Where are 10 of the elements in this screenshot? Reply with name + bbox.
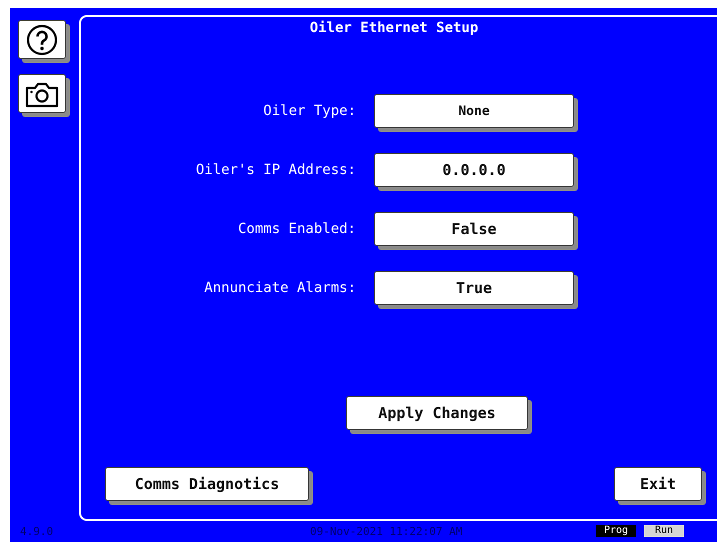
screen-title: Oiler Ethernet Setup [310, 20, 478, 36]
mode-indicator: Run [644, 525, 684, 537]
setting-label: Oiler's IP Address: [194, 162, 356, 178]
help-icon [26, 24, 58, 56]
version-text: 4.9.0 [20, 525, 54, 538]
mode-indicator: Prog [596, 525, 636, 537]
setting-label: Comms Enabled: [236, 221, 356, 237]
date-time: 09-Nov-2021 11:22:07 AM [310, 525, 464, 538]
setting-label: Oiler Type: [262, 103, 356, 119]
setting-label: Annunciate Alarms: [203, 280, 356, 296]
